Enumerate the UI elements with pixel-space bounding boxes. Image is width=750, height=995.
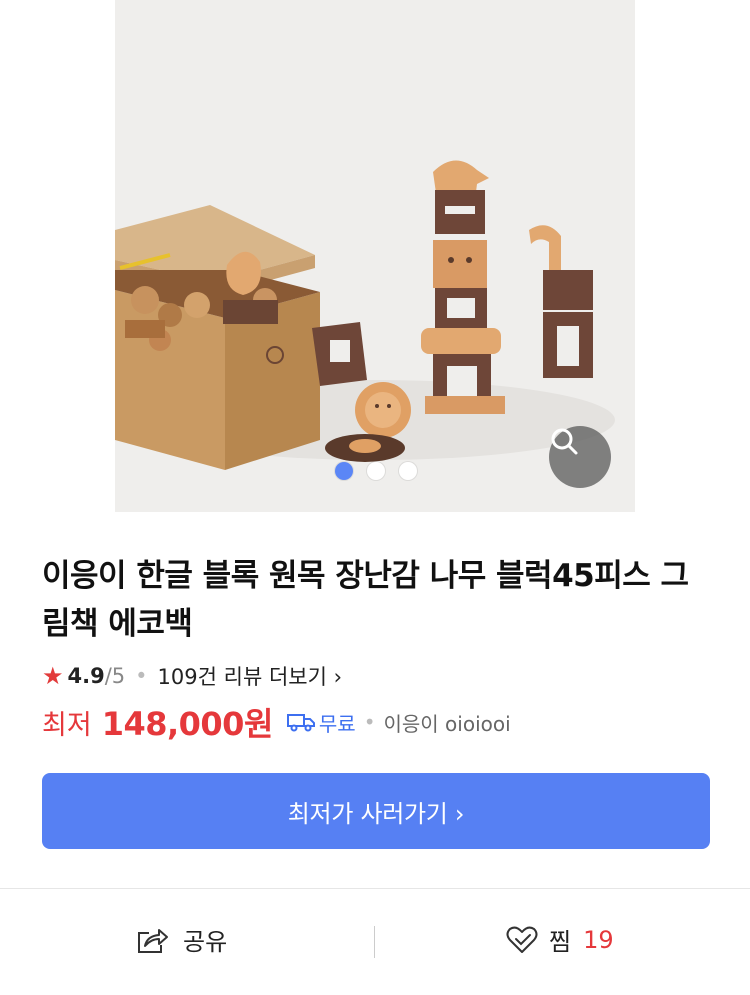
search-icon bbox=[551, 428, 578, 455]
share-button[interactable]: 공유 bbox=[135, 922, 227, 957]
product-image-gallery[interactable] bbox=[115, 0, 635, 512]
like-button[interactable]: 찜 19 bbox=[505, 922, 614, 957]
buy-lowest-price-button[interactable]: 최저가 사러가기 › bbox=[42, 773, 710, 849]
divider bbox=[374, 926, 375, 958]
seller-name[interactable]: 이응이 oioiooi bbox=[384, 708, 511, 737]
carousel-dot-3[interactable] bbox=[399, 462, 417, 480]
like-count: 19 bbox=[583, 925, 614, 954]
truck-icon bbox=[286, 714, 315, 732]
star-icon: ★ bbox=[42, 662, 64, 690]
like-label: 찜 bbox=[549, 928, 572, 956]
shipping-info: 무료 bbox=[286, 708, 356, 737]
bottom-action-bar: 공유 찜 19 bbox=[0, 900, 750, 985]
heart-check-icon bbox=[506, 926, 538, 953]
share-label: 공유 bbox=[183, 928, 228, 956]
share-icon bbox=[138, 928, 168, 953]
price-label: 최저 bbox=[42, 709, 92, 741]
carousel-dot-1[interactable] bbox=[335, 462, 353, 480]
product-title: 이응이 한글 블록 원목 장난감 나무 블럭45피스 그림책 에코백 bbox=[42, 558, 689, 642]
rating-row: ★ 4.9 /5 • 109건 리뷰 더보기 › bbox=[42, 660, 342, 692]
review-link[interactable]: 109건 리뷰 더보기 › bbox=[158, 661, 342, 691]
price-row: 최저 148,000원 무료 • 이응이 oioiooi bbox=[42, 702, 511, 743]
divider bbox=[0, 888, 750, 889]
shipping-label: 무료 bbox=[318, 711, 356, 736]
separator-dot: • bbox=[363, 710, 376, 734]
carousel-indicator bbox=[335, 462, 417, 480]
rating-max: /5 bbox=[104, 664, 126, 688]
price-value: 148,000원 bbox=[101, 705, 274, 743]
carousel-dot-2[interactable] bbox=[367, 462, 385, 480]
rating-value: 4.9 bbox=[67, 664, 105, 688]
zoom-button[interactable] bbox=[549, 426, 611, 488]
separator-dot: • bbox=[135, 664, 148, 688]
